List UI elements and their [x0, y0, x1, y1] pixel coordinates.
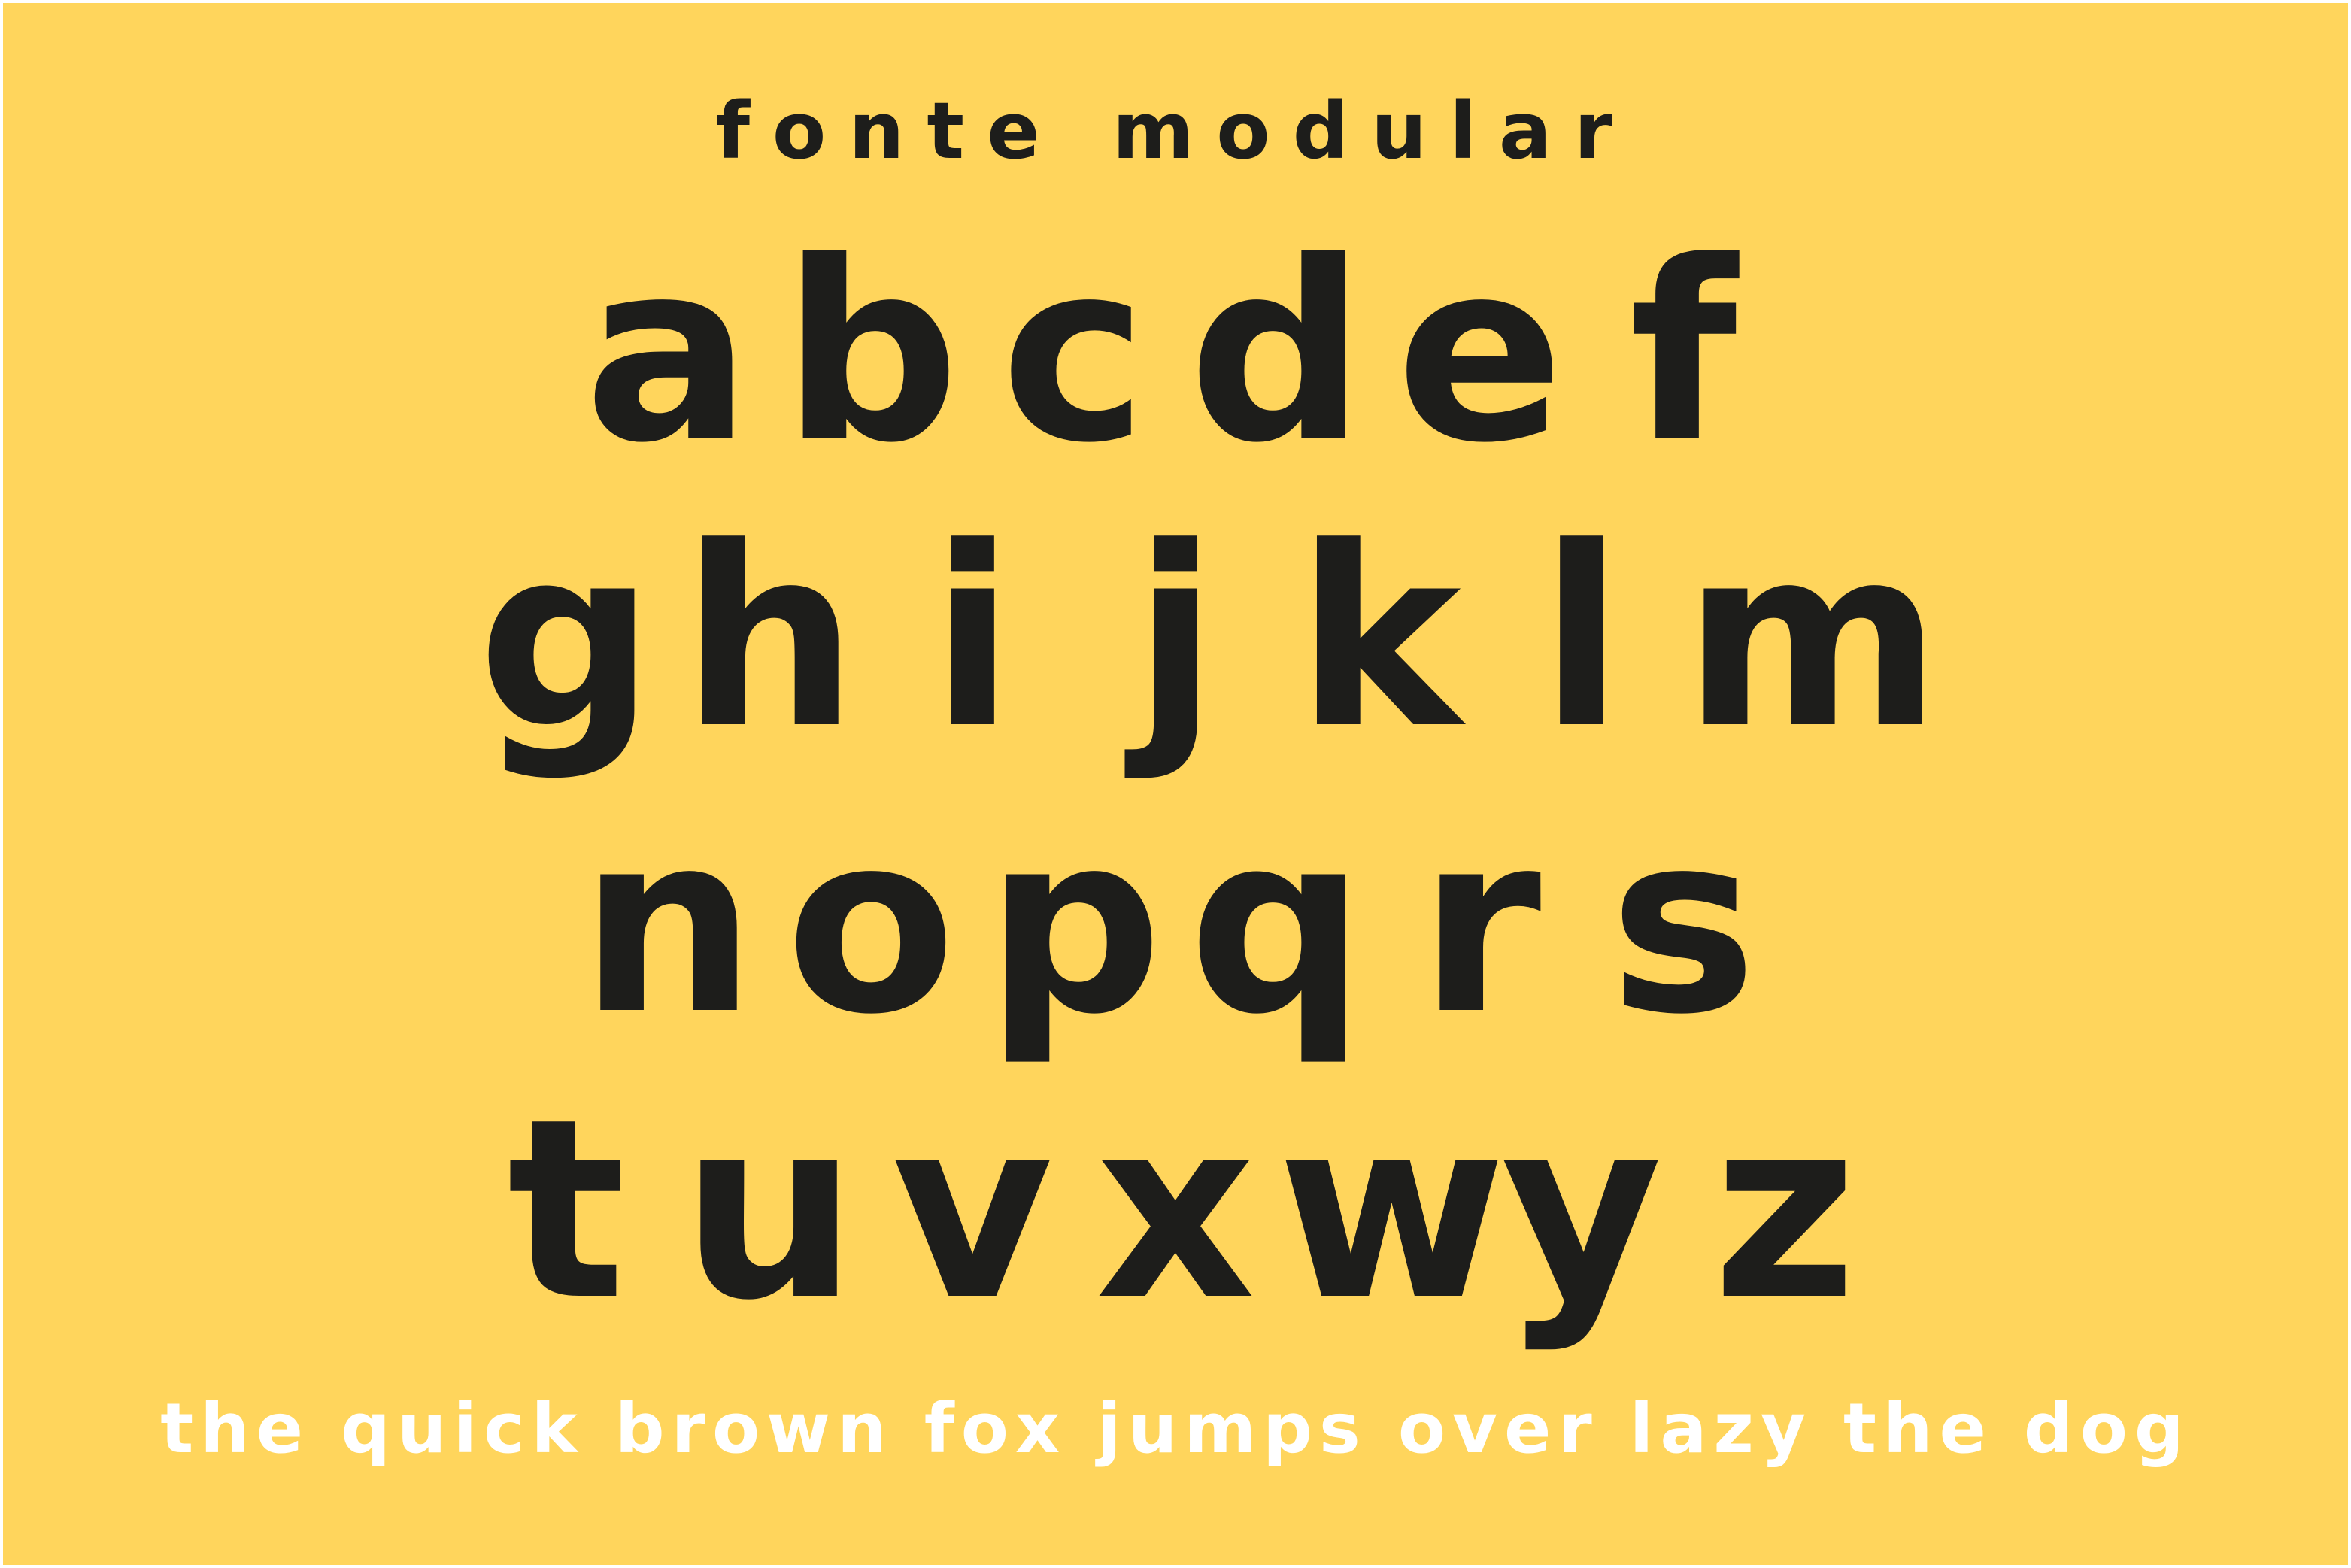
- glyph-v: v: [891, 1066, 1054, 1354]
- glyph-d: d: [1188, 208, 1367, 497]
- alphabet-row-n-s: n o p q r s: [3, 800, 2348, 1048]
- glyph-p: p: [984, 780, 1163, 1069]
- alphabet-row-g-m: g h i j k l m: [3, 514, 2348, 763]
- glyph-o: o: [785, 780, 957, 1069]
- alphabet-row-a-f: a b c d e f: [3, 229, 2348, 477]
- glyph-n: n: [579, 780, 757, 1069]
- glyph-e: e: [1396, 208, 1564, 497]
- glyph-b: b: [781, 208, 960, 497]
- glyph-j: j: [1133, 494, 1218, 783]
- type-specimen-poster: fonte modular a b c d e f g h i j k l m …: [0, 0, 2351, 1568]
- glyph-m: m: [1683, 494, 1942, 783]
- page-title: fonte modular: [715, 85, 1636, 177]
- glyph-g: g: [477, 494, 656, 783]
- glyph-c: c: [1000, 208, 1148, 497]
- glyph-f: f: [1629, 208, 1737, 497]
- pangram-sample-text: the quick brown fox jumps over lazy the …: [160, 1388, 2191, 1469]
- glyph-x: x: [1095, 1066, 1256, 1354]
- glyph-i: i: [930, 494, 1015, 783]
- glyph-r: r: [1418, 780, 1542, 1069]
- glyph-a: a: [584, 208, 752, 497]
- glyph-w: w: [1277, 1066, 1506, 1354]
- glyph-z: z: [1712, 1066, 1858, 1354]
- glyph-q: q: [1188, 780, 1367, 1069]
- glyph-y: y: [1500, 1066, 1663, 1354]
- alphabet-row-t-z: t u v x w y z: [3, 1086, 2348, 1334]
- glyph-h: h: [681, 494, 858, 783]
- glyph-u: u: [681, 1066, 858, 1354]
- glyph-l: l: [1539, 494, 1624, 783]
- glyph-s: s: [1609, 780, 1758, 1069]
- glyph-t: t: [507, 1066, 626, 1354]
- glyph-k: k: [1296, 494, 1461, 783]
